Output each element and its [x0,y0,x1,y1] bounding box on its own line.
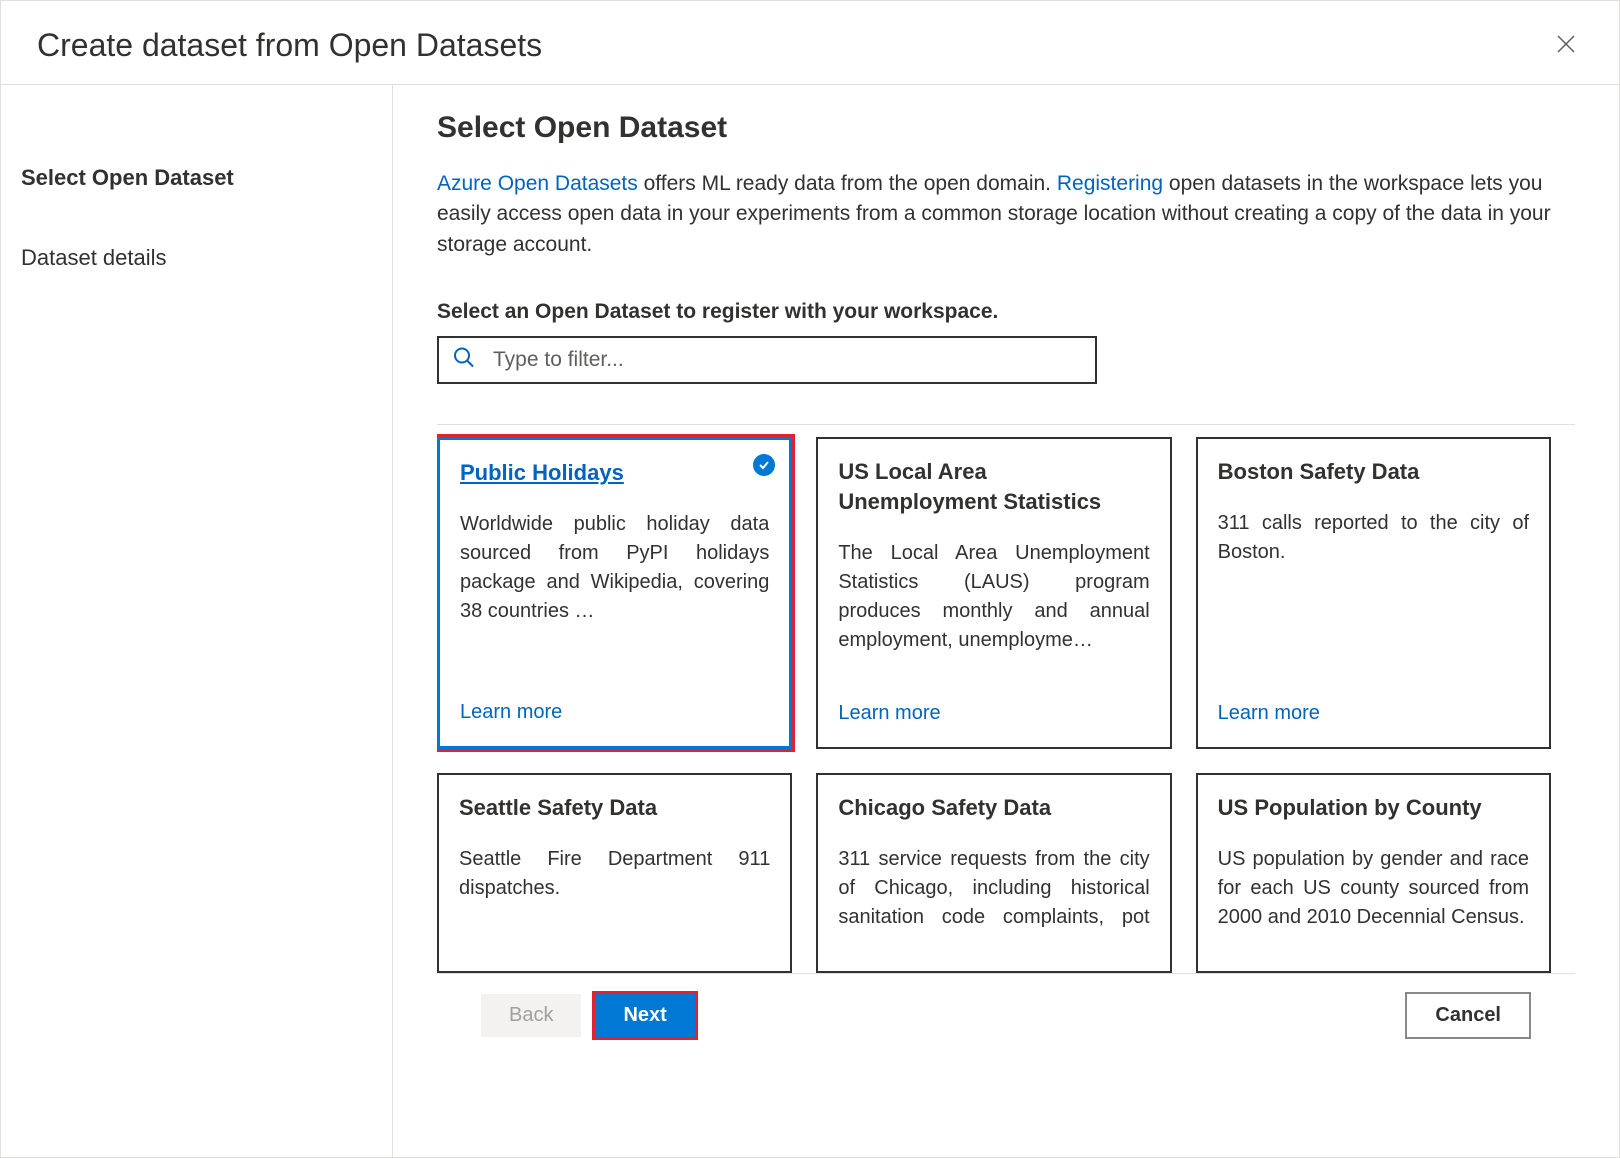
sidebar: Select Open Dataset Dataset details [1,85,393,1157]
intro-text: Azure Open Datasets offers ML ready data… [437,169,1567,260]
card-title: Chicago Safety Data [838,793,1149,823]
card-description: 311 calls reported to the city of Boston… [1218,509,1529,690]
search-icon [453,347,475,374]
next-button[interactable]: Next [595,994,694,1037]
filter-input[interactable] [437,336,1097,384]
dataset-card-boston-safety[interactable]: Boston Safety Data 311 calls reported to… [1196,437,1551,749]
sidebar-item-select-open-dataset[interactable]: Select Open Dataset [21,155,372,235]
card-description: Seattle Fire Department 911 dispatches. [459,845,770,937]
dataset-card-seattle-safety[interactable]: Seattle Safety Data Seattle Fire Departm… [437,773,792,973]
dialog-title: Create dataset from Open Datasets [37,27,542,64]
intro-mid: offers ML ready data from the open domai… [638,172,1057,195]
card-description: Worldwide public holiday data sourced fr… [460,510,769,689]
registering-link[interactable]: Registering [1057,172,1163,195]
card-description: 311 service requests from the city of Ch… [838,845,1149,937]
main-panel: Select Open Dataset Azure Open Datasets … [393,85,1619,1157]
cancel-button[interactable]: Cancel [1405,992,1531,1039]
dataset-card-us-population-county[interactable]: US Population by County US population by… [1196,773,1551,973]
sidebar-item-dataset-details[interactable]: Dataset details [21,235,372,315]
grid-wrap: Public Holidays Worldwide public holiday… [437,424,1575,973]
dataset-card-chicago-safety[interactable]: Chicago Safety Data 311 service requests… [816,773,1171,973]
filter-wrapper [437,336,1097,384]
dialog-body: Select Open Dataset Dataset details Sele… [1,85,1619,1157]
card-title: US Population by County [1218,793,1529,823]
learn-more-link[interactable]: Learn more [1218,702,1529,725]
main-title: Select Open Dataset [437,111,1575,145]
dataset-grid: Public Holidays Worldwide public holiday… [437,437,1551,973]
close-icon [1557,35,1575,53]
dialog-header: Create dataset from Open Datasets [1,1,1619,85]
card-description: The Local Area Unemployment Statistics (… [838,539,1149,691]
card-description: US population by gender and race for eac… [1218,845,1529,937]
azure-open-datasets-link[interactable]: Azure Open Datasets [437,172,638,195]
card-title: Seattle Safety Data [459,793,770,823]
dialog: Create dataset from Open Datasets Select… [0,0,1620,1158]
dataset-card-public-holidays[interactable]: Public Holidays Worldwide public holiday… [437,437,792,749]
card-title: US Local Area Unemployment Statistics [838,457,1149,516]
card-title: Boston Safety Data [1218,457,1529,487]
card-title: Public Holidays [460,458,769,488]
learn-more-link[interactable]: Learn more [838,702,1149,725]
selected-check-icon [753,454,775,476]
dataset-card-us-local-area-unemployment[interactable]: US Local Area Unemployment Statistics Th… [816,437,1171,749]
close-button[interactable] [1549,29,1583,63]
back-button[interactable]: Back [481,994,581,1037]
dialog-footer: Back Next Cancel [437,973,1575,1057]
learn-more-link[interactable]: Learn more [460,701,769,724]
select-dataset-label: Select an Open Dataset to register with … [437,300,1575,324]
